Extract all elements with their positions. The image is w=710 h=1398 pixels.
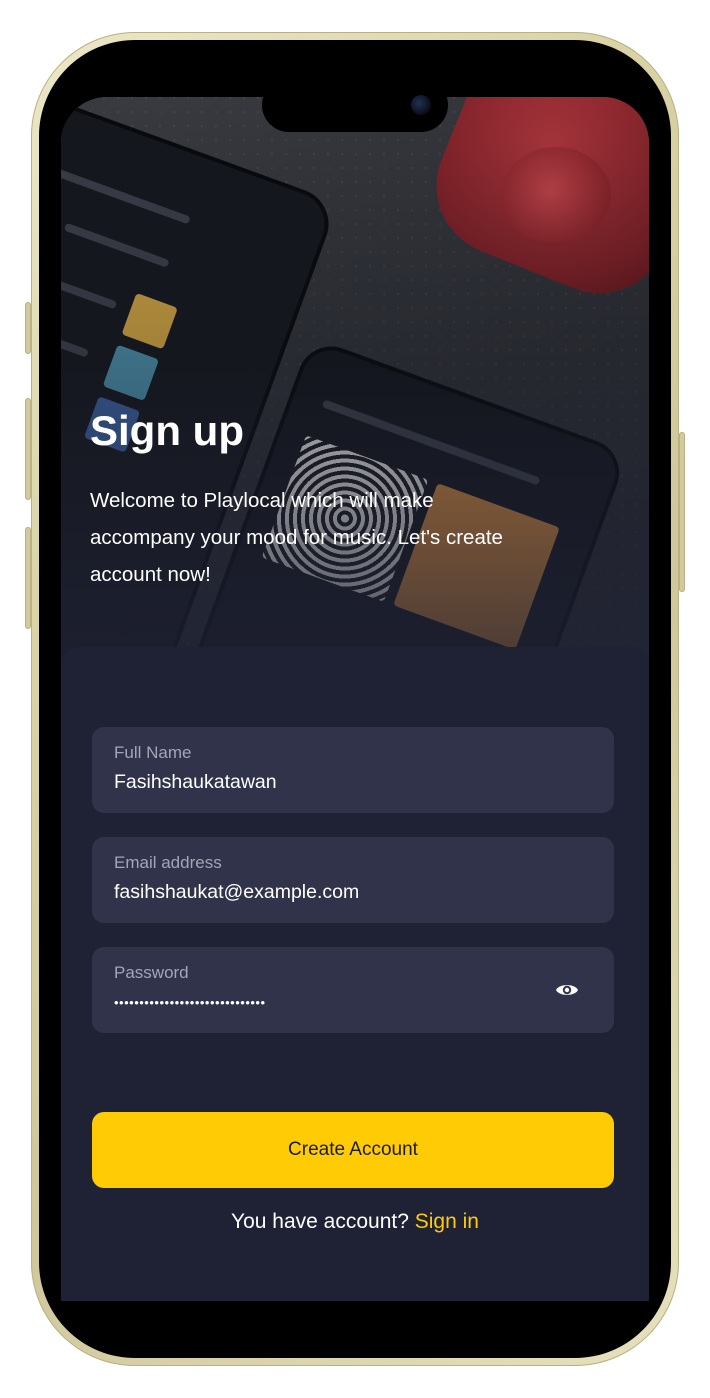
phone-volume-up-button: [25, 398, 31, 500]
front-camera: [411, 95, 431, 115]
signup-form-panel: Full Name Email address Password Create …: [61, 647, 649, 1301]
password-label: Password: [114, 963, 189, 982]
password-field[interactable]: Password: [92, 947, 614, 1033]
phone-power-button: [679, 432, 685, 592]
phone-action-button: [25, 302, 31, 354]
phone-volume-down-button: [25, 527, 31, 629]
full-name-input[interactable]: [114, 771, 514, 794]
email-label: Email address: [114, 853, 222, 872]
create-account-button[interactable]: Create Account: [92, 1112, 614, 1188]
password-input[interactable]: [114, 995, 514, 1010]
has-account-text: You have account?: [231, 1210, 409, 1233]
email-field[interactable]: Email address: [92, 837, 614, 923]
signin-prompt: You have account? Sign in: [61, 1210, 649, 1234]
full-name-field[interactable]: Full Name: [92, 727, 614, 813]
signin-link[interactable]: Sign in: [415, 1210, 479, 1233]
page-subtitle: Welcome to Playlocal which will make acc…: [90, 489, 503, 586]
eye-icon[interactable]: [555, 978, 579, 1002]
app-screen: Sign up Welcome to Playlocal which will …: [61, 97, 649, 1301]
email-input[interactable]: [114, 881, 514, 904]
page-title: Sign up: [90, 407, 244, 454]
full-name-label: Full Name: [114, 743, 192, 762]
